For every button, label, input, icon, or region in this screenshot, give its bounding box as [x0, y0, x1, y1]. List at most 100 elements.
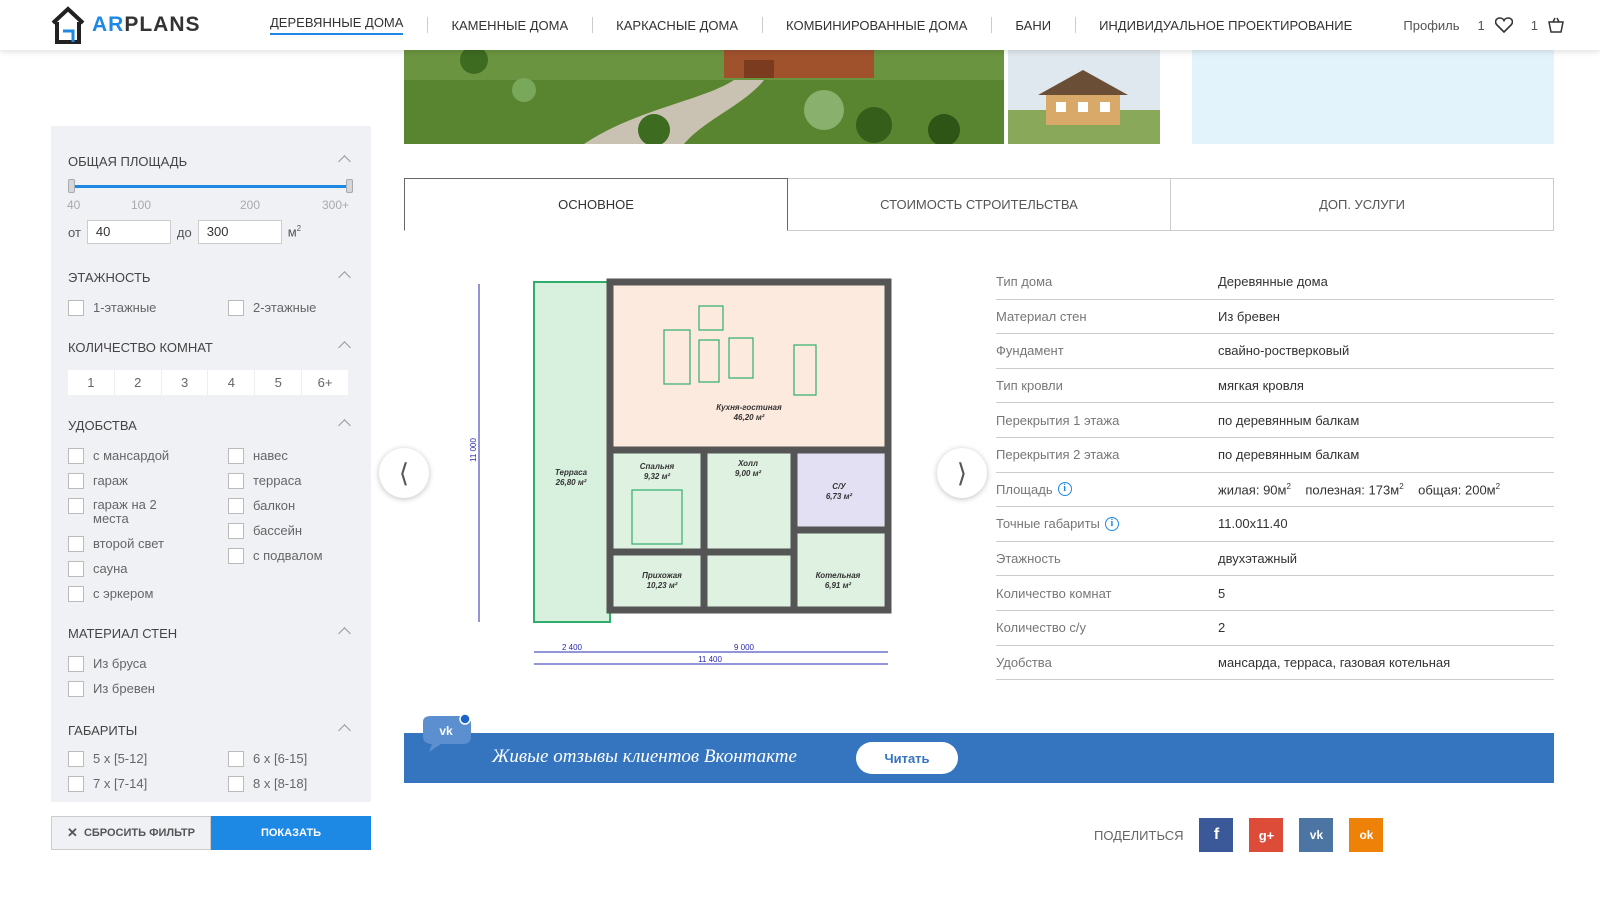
- checkbox[interactable]: [68, 473, 84, 489]
- house-photo-thumbnail[interactable]: [1008, 50, 1160, 144]
- chevron-up-icon[interactable]: [339, 340, 349, 350]
- share-label: Поделиться: [1094, 827, 1184, 843]
- read-reviews-button[interactable]: Читать: [856, 742, 958, 774]
- room-label-area: 26,80 м²: [555, 478, 587, 487]
- rooms-option[interactable]: 4: [208, 370, 256, 395]
- filter-sidebar: Общая площадь 40 100 200 300+ от 40 до 3…: [51, 126, 371, 802]
- area-unit: м2: [287, 224, 302, 240]
- checkbox[interactable]: [68, 656, 84, 672]
- rooms-option[interactable]: 3: [162, 370, 209, 395]
- nav-baths[interactable]: Бани: [991, 0, 1075, 50]
- checkbox[interactable]: [68, 681, 84, 697]
- area-slider-max-handle[interactable]: [346, 179, 353, 193]
- facebook-share-button[interactable]: f: [1199, 818, 1234, 852]
- room-label-name: Холл: [737, 459, 758, 468]
- area-tick: 100: [131, 198, 152, 212]
- reset-filter-button[interactable]: ✕ Сбросить фильтр: [51, 816, 211, 850]
- room-label-area: 6,73 м²: [826, 492, 853, 501]
- dims-option[interactable]: 5 х [5-12]: [68, 751, 147, 767]
- checkbox[interactable]: [228, 548, 244, 564]
- amenity-option[interactable]: терраса: [228, 473, 301, 489]
- room-label-area: 10,23 м²: [647, 581, 678, 590]
- amenity-option[interactable]: гараж на 2 места: [68, 498, 178, 526]
- nav-wooden-houses[interactable]: Деревянные дома: [258, 0, 427, 50]
- amenity-option[interactable]: бассейн: [228, 523, 302, 539]
- checkbox[interactable]: [228, 498, 244, 514]
- checkbox[interactable]: [68, 300, 84, 316]
- info-icon[interactable]: i: [1104, 516, 1119, 531]
- tab-extra-services[interactable]: Доп. услуги: [1171, 178, 1554, 230]
- rooms-option[interactable]: 2: [115, 370, 162, 395]
- nav-combined-houses[interactable]: Комбинированные дома: [762, 0, 991, 50]
- spec-row: Точные габариты i 11.00х11.40: [996, 507, 1554, 542]
- area-to-input[interactable]: 300: [197, 220, 282, 244]
- tab-construction-cost[interactable]: Стоимость строительства: [788, 178, 1171, 230]
- amenity-option[interactable]: второй свет: [68, 536, 164, 552]
- vk-reviews-banner: Живые отзывы клиентов Вконтакте Читать: [404, 733, 1554, 783]
- checkbox[interactable]: [228, 300, 244, 316]
- rooms-option[interactable]: 6+: [302, 370, 348, 395]
- logo[interactable]: ARPLANS: [50, 4, 201, 46]
- prev-plan-button[interactable]: ⟨: [379, 448, 429, 498]
- amenity-option[interactable]: с мансардой: [68, 448, 169, 464]
- amenity-option[interactable]: сауна: [68, 561, 128, 577]
- show-results-button[interactable]: Показать: [211, 816, 371, 850]
- photo-placeholder-panel: [1192, 50, 1554, 144]
- checkbox[interactable]: [228, 473, 244, 489]
- googleplus-icon: g+: [1258, 827, 1275, 843]
- checkbox[interactable]: [68, 536, 84, 552]
- checkbox[interactable]: [68, 751, 84, 767]
- dim-label: 11 400: [698, 655, 722, 664]
- floors-option-2[interactable]: 2-этажные: [228, 300, 316, 316]
- area-slider-track[interactable]: [71, 185, 349, 188]
- vk-share-button[interactable]: vk: [1299, 818, 1334, 852]
- checkbox[interactable]: [228, 523, 244, 539]
- wall-option[interactable]: Из бруса: [68, 656, 147, 672]
- checkbox[interactable]: [228, 751, 244, 767]
- googleplus-share-button[interactable]: g+: [1249, 818, 1284, 852]
- heart-icon[interactable]: [1494, 17, 1513, 33]
- checkbox[interactable]: [68, 498, 84, 514]
- chevron-up-icon[interactable]: [339, 626, 349, 636]
- checkbox[interactable]: [228, 448, 244, 464]
- rooms-option[interactable]: 1: [68, 370, 115, 395]
- amenity-option[interactable]: гараж: [68, 473, 128, 489]
- info-icon[interactable]: i: [1057, 482, 1072, 497]
- checkbox[interactable]: [228, 776, 244, 792]
- checkbox[interactable]: [68, 448, 84, 464]
- nav-custom-design[interactable]: Индивидуальное проектирование: [1075, 0, 1376, 50]
- to-label: до: [176, 224, 192, 240]
- dims-option[interactable]: 8 х [8-18]: [228, 776, 307, 792]
- rooms-option[interactable]: 5: [255, 370, 303, 395]
- checkbox[interactable]: [68, 776, 84, 792]
- amenity-option[interactable]: навес: [228, 448, 288, 464]
- nav-stone-houses[interactable]: Каменные дома: [427, 0, 592, 50]
- chevron-up-icon[interactable]: [339, 154, 349, 164]
- profile-link[interactable]: Профиль: [1403, 18, 1459, 33]
- floors-option-1[interactable]: 1-этажные: [68, 300, 156, 316]
- chevron-up-icon[interactable]: [339, 270, 349, 280]
- spec-row: Тип дома Деревянные дома: [996, 265, 1554, 300]
- area-tick: 200: [240, 198, 261, 212]
- chevron-up-icon[interactable]: [339, 723, 349, 733]
- wall-option[interactable]: Из бревен: [68, 681, 155, 697]
- checkbox[interactable]: [68, 561, 84, 577]
- area-slider-min-handle[interactable]: [68, 179, 75, 193]
- header-user-area: Профиль 1 1: [1403, 0, 1564, 50]
- amenity-option[interactable]: балкон: [228, 498, 295, 514]
- checkbox[interactable]: [68, 586, 84, 602]
- amenity-option[interactable]: с эркером: [68, 586, 153, 602]
- next-plan-button[interactable]: ⟩: [937, 448, 987, 498]
- basket-icon[interactable]: [1548, 17, 1564, 33]
- dims-option[interactable]: 6 х [6-15]: [228, 751, 307, 767]
- tab-main[interactable]: Основное: [404, 178, 788, 231]
- chevron-up-icon[interactable]: [339, 418, 349, 428]
- walls-section-title: Материал стен: [68, 626, 178, 641]
- ok-share-button[interactable]: ok: [1349, 818, 1384, 852]
- dims-option[interactable]: 7 х [7-14]: [68, 776, 147, 792]
- amenity-option[interactable]: с подвалом: [228, 548, 323, 564]
- house-thumbnail-image: [1008, 50, 1160, 144]
- nav-frame-houses[interactable]: Каркасные дома: [592, 0, 762, 50]
- spec-row: Фундамент свайно-ростверковый: [996, 334, 1554, 369]
- area-from-input[interactable]: 40: [86, 220, 171, 244]
